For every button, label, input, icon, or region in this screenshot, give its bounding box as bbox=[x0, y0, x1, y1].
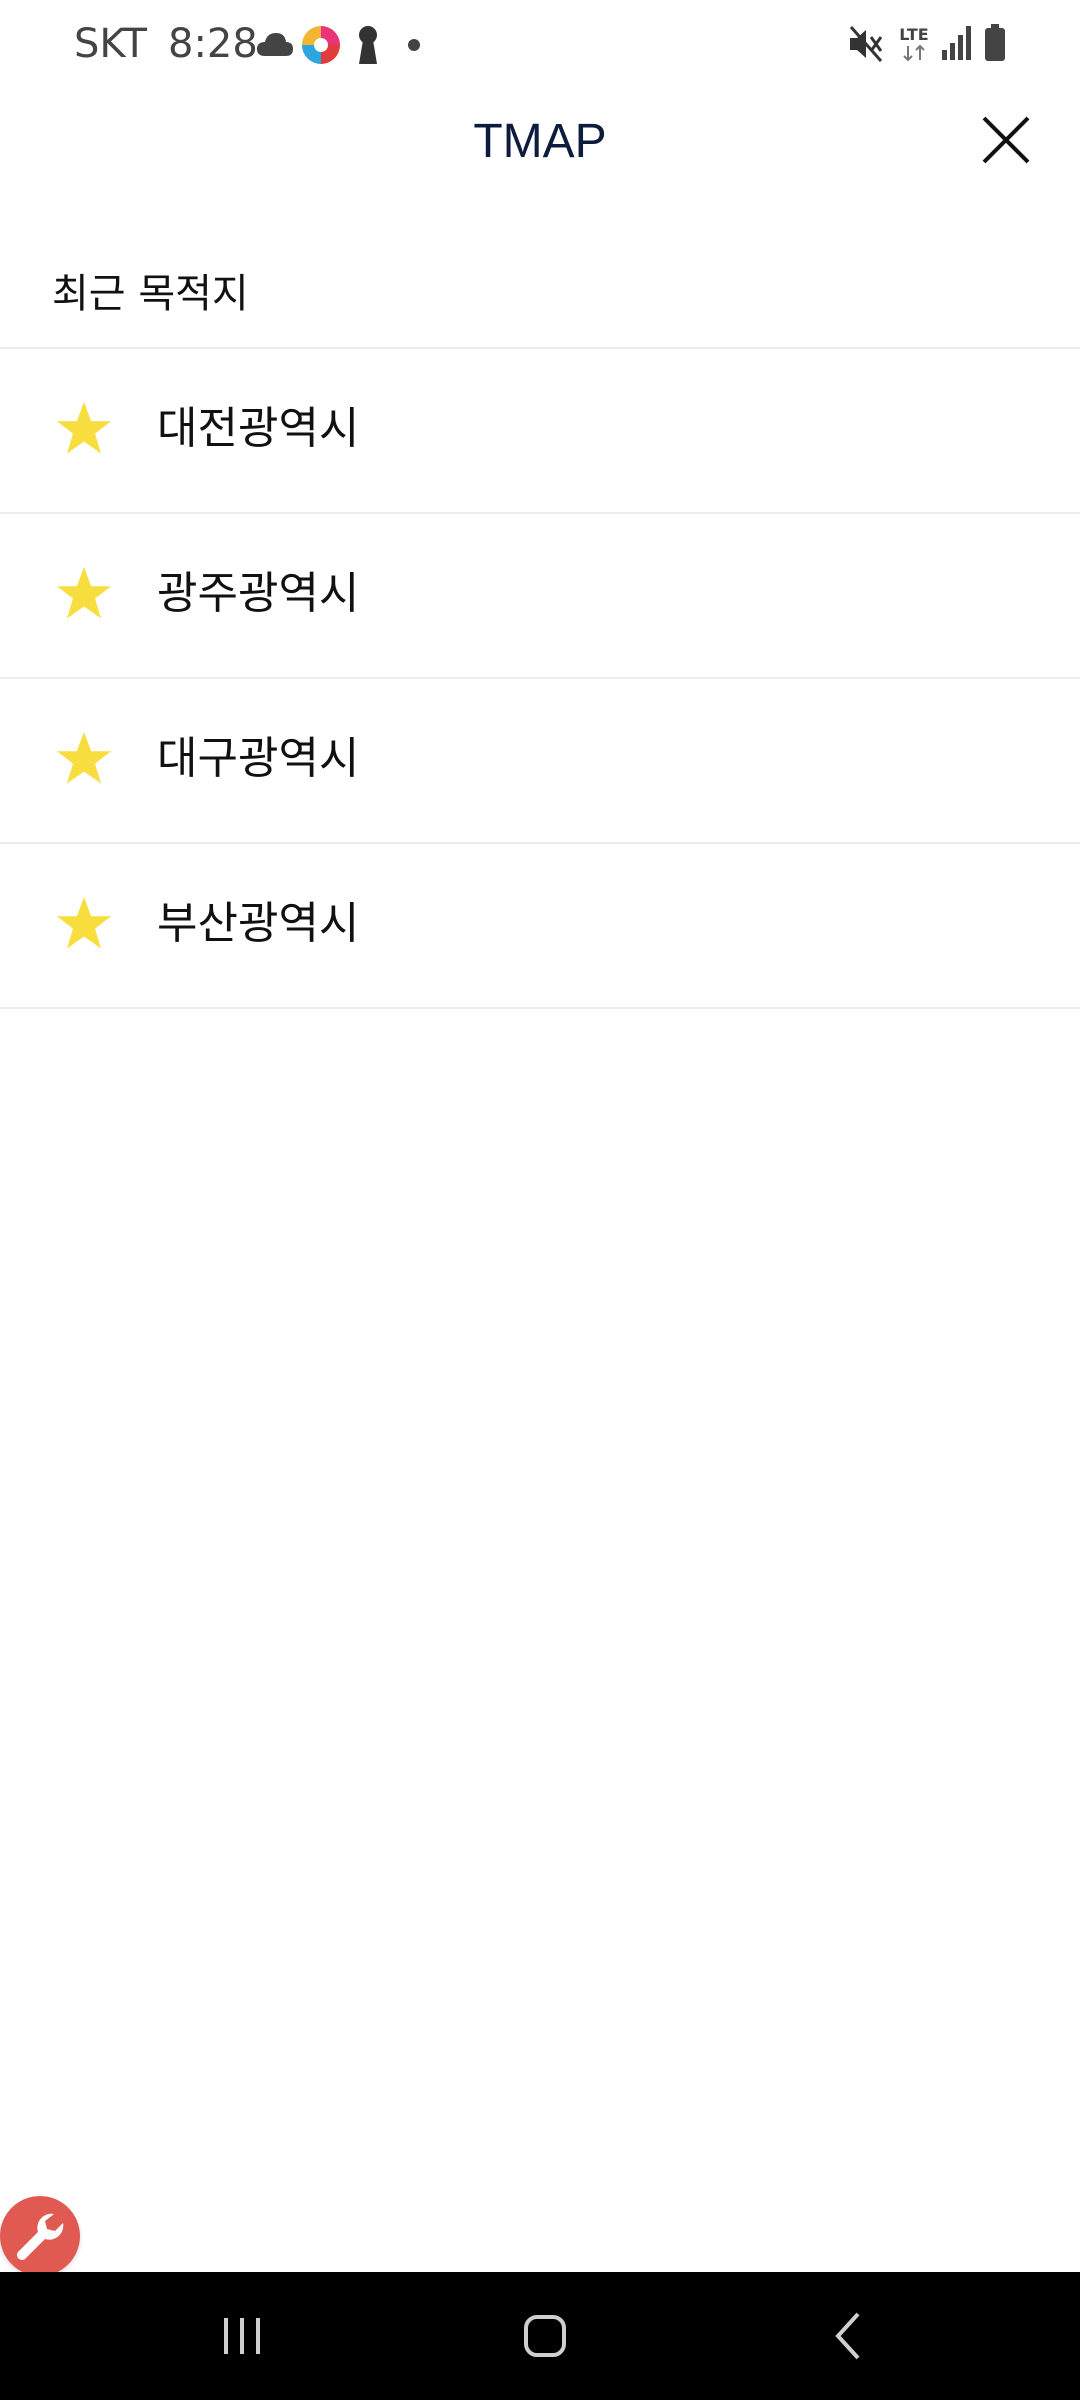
page-title: TMAP bbox=[473, 115, 607, 168]
wrench-icon bbox=[16, 2213, 64, 2260]
destination-label: 대전광역시 bbox=[157, 403, 360, 454]
status-bar: SKT 8:28 LTE bbox=[0, 0, 1080, 90]
clock: 8:28 bbox=[168, 21, 258, 67]
carrier-label: SKT bbox=[74, 21, 147, 67]
mute-icon bbox=[848, 24, 884, 64]
home-icon bbox=[524, 2315, 566, 2357]
home-button[interactable] bbox=[505, 2296, 585, 2376]
star-icon bbox=[56, 897, 112, 949]
lte-icon: LTE bbox=[896, 22, 932, 66]
wrench-button[interactable] bbox=[0, 2196, 80, 2276]
destination-item-daejeon[interactable]: 대전광역시 bbox=[0, 349, 1080, 514]
dot-icon bbox=[408, 39, 420, 51]
destination-item-busan[interactable]: 부산광역시 bbox=[0, 844, 1080, 1009]
destination-item-gwangju[interactable]: 광주광역시 bbox=[0, 514, 1080, 679]
recents-button[interactable] bbox=[202, 2296, 282, 2376]
recent-destinations-list: 대전광역시 광주광역시 대구광역시 부산광역시 bbox=[0, 349, 1080, 1009]
recent-destinations-heading: 최근 목적지 bbox=[52, 271, 249, 317]
star-icon bbox=[56, 402, 112, 454]
app-header: TMAP bbox=[0, 90, 1080, 210]
destination-label: 광주광역시 bbox=[157, 568, 360, 619]
destination-label: 대구광역시 bbox=[157, 733, 360, 784]
destination-label: 부산광역시 bbox=[157, 898, 360, 949]
cloud-icon bbox=[255, 28, 295, 60]
svg-text:LTE: LTE bbox=[899, 25, 928, 44]
screen: SKT 8:28 LTE TMAP 최근 목적지 대전광역시 광주광역시 대구광… bbox=[0, 0, 1080, 2400]
destination-item-daegu[interactable]: 대구광역시 bbox=[0, 679, 1080, 844]
signal-icon bbox=[940, 24, 974, 62]
close-button[interactable] bbox=[976, 110, 1036, 170]
star-icon bbox=[56, 567, 112, 619]
battery-icon bbox=[984, 24, 1006, 62]
back-icon bbox=[835, 2312, 860, 2360]
star-icon bbox=[56, 732, 112, 784]
close-icon bbox=[982, 116, 1030, 164]
back-button[interactable] bbox=[808, 2296, 888, 2376]
recents-icon bbox=[224, 2318, 260, 2354]
navigation-bar bbox=[0, 2272, 1080, 2400]
keyhole-icon bbox=[355, 24, 381, 66]
app-notification-icon bbox=[300, 24, 342, 66]
